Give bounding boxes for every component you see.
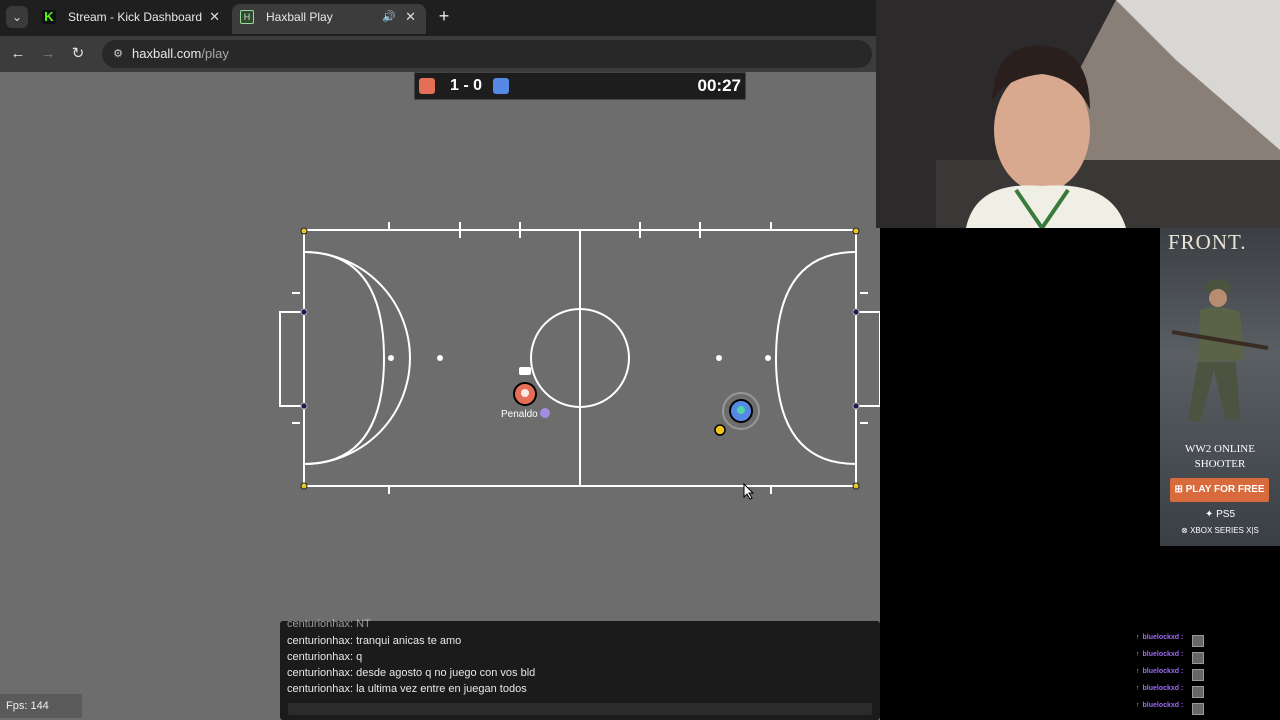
avatar: [1192, 703, 1204, 715]
tab-search-button[interactable]: ⌄: [6, 6, 28, 28]
tab-title: Haxball Play: [266, 10, 333, 24]
blue-player: [722, 392, 760, 430]
forward-button[interactable]: →: [38, 44, 58, 64]
haxball-icon: H: [240, 10, 254, 24]
close-icon[interactable]: ✕: [209, 4, 220, 30]
screen: ⌄ K Stream - Kick Dashboard ✕ H Haxball …: [0, 0, 1280, 720]
chat-bubble-icon: [519, 367, 531, 375]
url-text[interactable]: haxball.com/play: [132, 40, 229, 68]
site-info-icon[interactable]: ⚙: [110, 46, 126, 62]
player-badge-icon: [539, 408, 550, 418]
left-goal-post: [300, 402, 308, 410]
viewer-item: ↑ bluelockxd :: [1136, 651, 1208, 668]
url-host: haxball.com: [132, 46, 202, 61]
chevron-down-icon: ⌄: [11, 10, 23, 24]
chat-input[interactable]: [288, 703, 872, 715]
chat-message: centurionhax: desde agosto q no juego co…: [287, 667, 536, 679]
chat-message: centurionhax: la ultima vez entre en jue…: [287, 683, 527, 695]
right-goal: [856, 311, 880, 407]
back-button[interactable]: ←: [8, 44, 28, 64]
stream-overlay-panel: FRONT. WW2 ONLINE SHOOTER ⊞ PLAY FOR FREE…: [876, 0, 1280, 720]
right-goal-post: [852, 308, 860, 316]
play-for-free-button[interactable]: ⊞ PLAY FOR FREE: [1170, 478, 1269, 502]
avatar: [1192, 652, 1204, 664]
chat-message: centurionhax: q: [287, 651, 363, 663]
address-bar[interactable]: ⚙ haxball.com/play: [102, 40, 872, 68]
kick-icon: K: [42, 10, 56, 24]
arrow-up-icon: ↑: [1136, 685, 1140, 692]
viewer-item: ↑ bluelockxd :: [1136, 634, 1208, 651]
tab-kick-dashboard[interactable]: K Stream - Kick Dashboard ✕: [34, 4, 230, 34]
webcam-feed: [876, 0, 1280, 228]
url-path: /play: [201, 46, 229, 61]
tab-strip: ⌄ K Stream - Kick Dashboard ✕ H Haxball …: [0, 0, 876, 36]
avatar: [1192, 669, 1204, 681]
left-area-arc: [303, 251, 411, 465]
fps-counter: Fps: 144: [0, 694, 82, 718]
right-goal-post: [852, 402, 860, 410]
game-canvas[interactable]: 1 - 0 00:27 Penaldo centurionhax: NT cen…: [0, 72, 880, 720]
chat-message: centurionhax: NT: [287, 618, 371, 630]
reload-button[interactable]: ↻: [68, 44, 88, 64]
ad-tagline: SHOOTER: [1194, 458, 1246, 470]
arrow-up-icon: ↑: [1136, 702, 1140, 709]
ball: [714, 424, 726, 436]
ad-title: FRONT.: [1168, 230, 1247, 254]
right-penalty-area: [774, 251, 857, 465]
close-icon[interactable]: ✕: [405, 4, 416, 30]
player-name-label: Penaldo: [501, 408, 550, 420]
tab-haxball-play[interactable]: H Haxball Play 🔊 ✕: [232, 4, 426, 34]
left-penalty-area: [303, 251, 386, 465]
soldier-icon: [1171, 279, 1269, 422]
ad-tagline: WW2 ONLINE: [1185, 443, 1255, 455]
arrow-up-icon: ↑: [1136, 668, 1140, 675]
browser-toolbar: ← → ↻ ⚙ haxball.com/play: [0, 36, 876, 72]
left-goal-post: [300, 308, 308, 316]
viewer-list: ↑ bluelockxd : ↑ bluelockxd : ↑ bluelockxd …: [1136, 634, 1208, 719]
chat-message: centurionhax: tranqui anicas te amo: [287, 635, 462, 647]
avatar: [1192, 686, 1204, 698]
arrow-up-icon: ↑: [1136, 651, 1140, 658]
viewer-item: ↑ bluelockxd :: [1136, 668, 1208, 685]
arrow-up-icon: ↑: [1136, 634, 1140, 641]
left-goal: [279, 311, 304, 407]
viewer-item: ↑ bluelockxd :: [1136, 702, 1208, 719]
advertisement[interactable]: FRONT. WW2 ONLINE SHOOTER ⊞ PLAY FOR FREE…: [1160, 228, 1280, 546]
xbox-logo: ⊗ XBOX SERIES X|S: [1181, 526, 1259, 535]
avatar: [1192, 635, 1204, 647]
ps5-logo: ✦ PS5: [1204, 509, 1236, 520]
new-tab-button[interactable]: +: [434, 6, 454, 26]
viewer-item: ↑ bluelockxd :: [1136, 685, 1208, 702]
speaker-icon[interactable]: 🔊: [382, 4, 396, 30]
tab-title: Stream - Kick Dashboard: [68, 10, 203, 24]
chat-box: centurionhax: NT centurionhax: tranqui a…: [280, 618, 880, 720]
